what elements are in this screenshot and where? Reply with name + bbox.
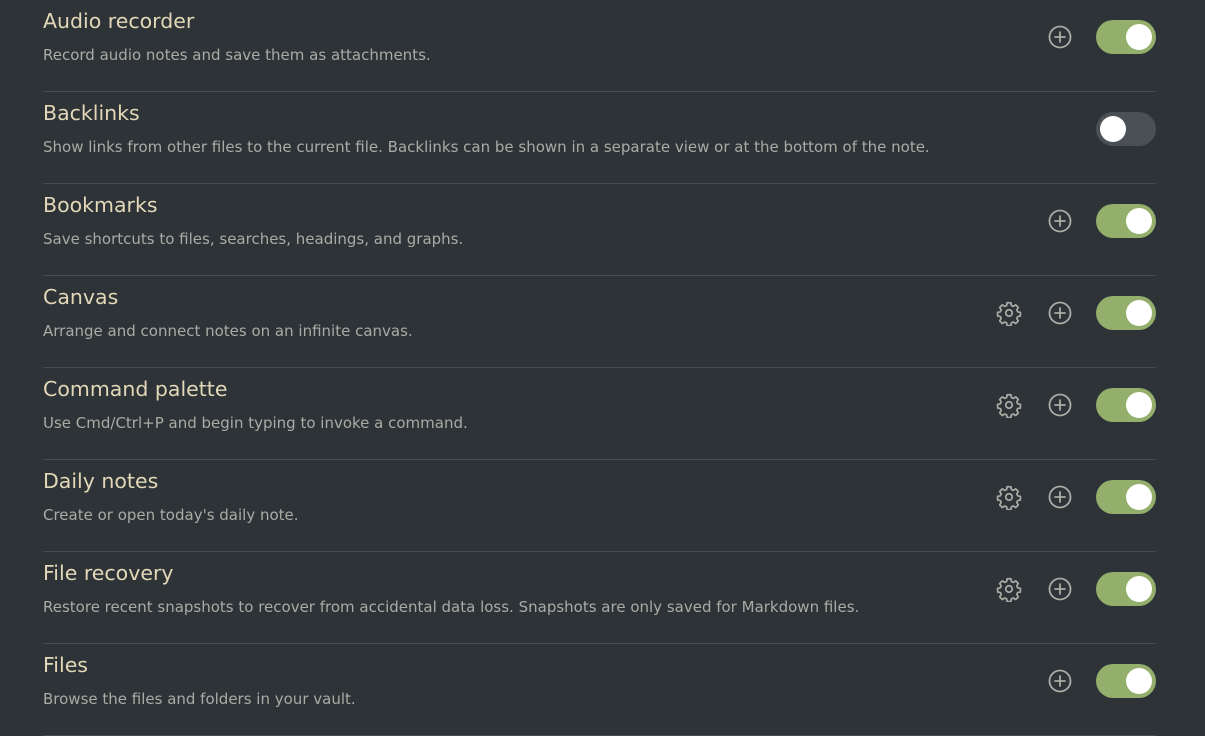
plugin-enable-toggle[interactable] [1096,480,1156,514]
toggle-knob [1126,668,1152,694]
plugin-name: Backlinks [43,101,140,125]
gear-icon[interactable] [996,576,1022,602]
plugin-row-audio-recorder: Audio recorder Record audio notes and sa… [43,0,1156,92]
plugin-enable-toggle[interactable] [1096,112,1156,146]
plugin-controls [996,664,1156,698]
plus-circle-icon[interactable] [1047,484,1073,510]
plugin-controls [996,112,1156,146]
plugin-row-daily-notes: Daily notes Create or open today's daily… [43,460,1156,552]
plugin-description: Arrange and connect notes on an infinite… [43,322,413,340]
toggle-knob [1126,24,1152,50]
plugin-controls [996,20,1156,54]
toggle-knob [1100,116,1126,142]
plugin-enable-toggle[interactable] [1096,296,1156,330]
plugin-name: Files [43,653,88,677]
plugin-row-file-recovery: File recovery Restore recent snapshots t… [43,552,1156,644]
plus-circle-icon[interactable] [1047,576,1073,602]
gear-icon[interactable] [996,392,1022,418]
plugin-row-bookmarks: Bookmarks Save shortcuts to files, searc… [43,184,1156,276]
plugin-description: Restore recent snapshots to recover from… [43,598,860,616]
toggle-knob [1126,208,1152,234]
toggle-knob [1126,484,1152,510]
toggle-knob [1126,300,1152,326]
plugin-name: Daily notes [43,469,159,493]
toggle-knob [1126,392,1152,418]
gear-icon[interactable] [996,484,1022,510]
plugin-description: Show links from other files to the curre… [43,138,930,156]
plugin-controls [996,388,1156,422]
plugin-controls [996,572,1156,606]
plugin-enable-toggle[interactable] [1096,572,1156,606]
plugin-name: Audio recorder [43,9,195,33]
plugin-name: File recovery [43,561,174,585]
plugin-description: Save shortcuts to files, searches, headi… [43,230,464,248]
plugin-description: Use Cmd/Ctrl+P and begin typing to invok… [43,414,468,432]
plugin-name: Canvas [43,285,119,309]
plus-circle-icon[interactable] [1047,668,1073,694]
plugin-name: Bookmarks [43,193,158,217]
plugin-enable-toggle[interactable] [1096,20,1156,54]
plugin-enable-toggle[interactable] [1096,388,1156,422]
plugin-row-files: Files Browse the files and folders in yo… [43,644,1156,736]
plugin-description: Record audio notes and save them as atta… [43,46,431,64]
plugin-row-backlinks: Backlinks Show links from other files to… [43,92,1156,184]
plus-circle-icon[interactable] [1047,24,1073,50]
plugin-enable-toggle[interactable] [1096,204,1156,238]
plugin-row-canvas: Canvas Arrange and connect notes on an i… [43,276,1156,368]
plus-circle-icon[interactable] [1047,392,1073,418]
toggle-knob [1126,576,1152,602]
plus-circle-icon[interactable] [1047,300,1073,326]
plus-circle-icon[interactable] [1047,208,1073,234]
plugin-controls [996,204,1156,238]
plugin-controls [996,296,1156,330]
plugin-description: Browse the files and folders in your vau… [43,690,356,708]
plugin-description: Create or open today's daily note. [43,506,299,524]
gear-icon[interactable] [996,300,1022,326]
plugin-controls [996,480,1156,514]
core-plugins-list: Audio recorder Record audio notes and sa… [43,0,1156,736]
plugin-row-command-palette: Command palette Use Cmd/Ctrl+P and begin… [43,368,1156,460]
plugin-name: Command palette [43,377,228,401]
plugin-enable-toggle[interactable] [1096,664,1156,698]
